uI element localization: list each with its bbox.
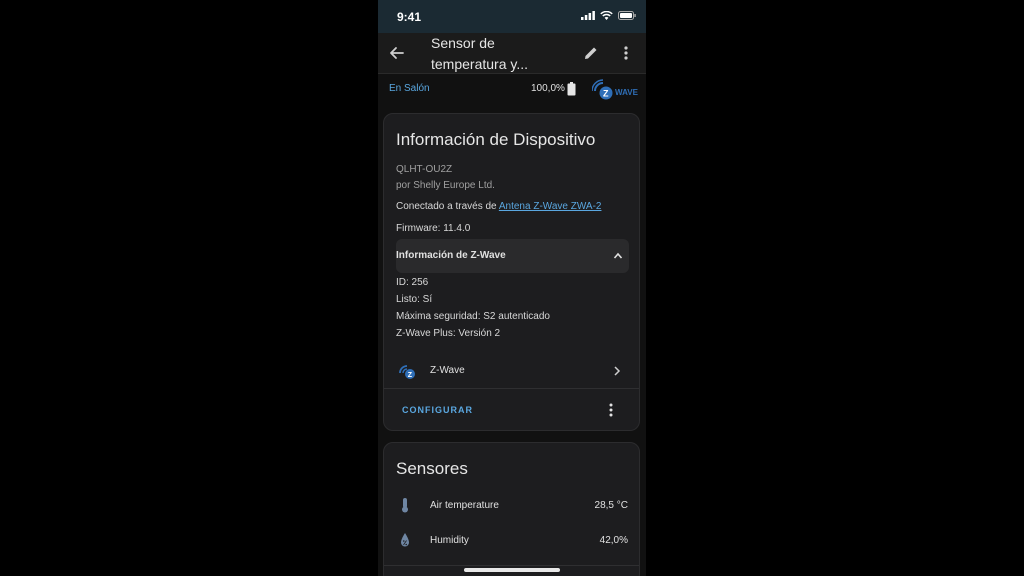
app-bar: Sensor de temperatura y... (378, 33, 646, 74)
zwave-icon: Z (399, 365, 415, 379)
zwave-info-label: Información de Z-Wave (396, 250, 506, 261)
integration-label: Z-Wave (430, 365, 465, 376)
connected-via: Conectado a través de Antena Z-Wave ZWA-… (396, 201, 601, 212)
page-title: Sensor de temperatura y... (431, 33, 551, 75)
svg-text:Z: Z (603, 89, 609, 99)
zwave-info-expander[interactable]: Información de Z-Wave (396, 239, 629, 273)
signal-icon (581, 11, 595, 20)
battery-icon (567, 82, 576, 96)
integration-row-zwave[interactable]: Z Z-Wave (384, 355, 639, 387)
sensor-row-temperature[interactable]: Air temperature 28,5 °C (384, 490, 639, 520)
device-manufacturer: por Shelly Europe Ltd. (396, 180, 495, 191)
zwave-logo: Z WAVE (591, 79, 640, 101)
more-vertical-icon[interactable] (607, 402, 615, 418)
battery-level: 100,0% (531, 83, 565, 94)
back-arrow-icon[interactable] (388, 44, 406, 62)
system-icons (581, 11, 636, 20)
chevron-right-icon (614, 366, 621, 376)
page-title-line2: temperatura y... (431, 56, 529, 72)
device-info-card: Información de Dispositivo QLHT-OU2Z por… (383, 113, 640, 431)
configure-button[interactable]: CONFIGURAR (402, 405, 473, 415)
water-percent-icon (401, 533, 409, 547)
card-divider (384, 388, 639, 389)
firmware-version: Firmware: 11.4.0 (396, 223, 471, 234)
area-link[interactable]: En Salón (389, 83, 430, 94)
battery-status-icon (618, 11, 636, 20)
page-title-line1: Sensor de (431, 35, 495, 51)
phone-screen: 9:41 Sensor de temperatura y... En Salón… (378, 0, 646, 576)
thermometer-icon (402, 498, 408, 513)
connected-via-prefix: Conectado a través de (396, 201, 499, 212)
chevron-up-icon (613, 252, 623, 259)
device-model: QLHT-OU2Z (396, 164, 453, 175)
zwave-node-id: ID: 256 (396, 277, 429, 288)
home-indicator[interactable] (464, 568, 560, 572)
sensor-value: 42,0% (599, 535, 628, 546)
wifi-icon (600, 11, 613, 20)
device-info-bar: En Salón 100,0% Z WAVE (378, 74, 646, 104)
sensor-value: 28,5 °C (594, 500, 628, 511)
more-vertical-icon[interactable] (618, 44, 634, 62)
zwave-ready: Listo: Sí (396, 294, 433, 305)
status-time: 9:41 (397, 10, 422, 24)
zwave-security: Máxima seguridad: S2 autenticado (396, 311, 550, 322)
sensors-card-title: Sensores (396, 459, 468, 478)
sensors-card: Sensores Air temperature 28,5 °C Humidit… (383, 442, 640, 576)
card-divider (384, 565, 639, 566)
zwave-logo-text: WAVE (615, 88, 638, 97)
zwave-plus-version: Z-Wave Plus: Versión 2 (396, 328, 501, 339)
pencil-icon[interactable] (583, 45, 599, 61)
sensor-label: Humidity (430, 535, 469, 546)
device-card-title: Información de Dispositivo (396, 130, 596, 149)
hub-link[interactable]: Antena Z-Wave ZWA-2 (499, 201, 602, 212)
svg-text:Z: Z (408, 372, 413, 379)
sensor-label: Air temperature (430, 500, 499, 511)
status-bar: 9:41 (378, 0, 646, 33)
sensor-row-humidity[interactable]: Humidity 42,0% (384, 525, 639, 555)
